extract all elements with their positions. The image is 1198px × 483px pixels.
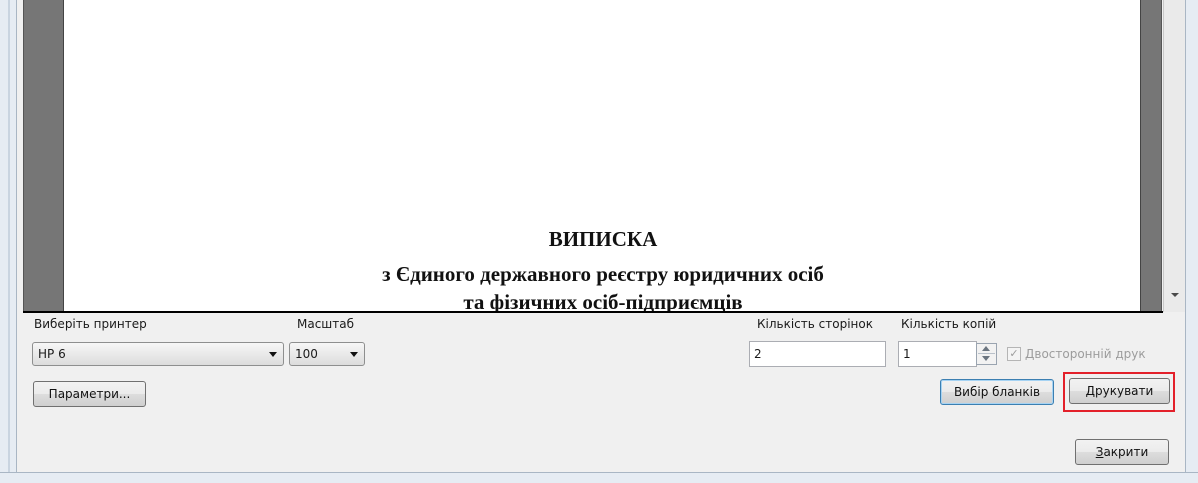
document-title: ВИПИСКА bbox=[548, 227, 658, 251]
close-label: акрити bbox=[1103, 445, 1149, 459]
preview-vertical-scrollbar[interactable] bbox=[1163, 0, 1185, 312]
print-preview-area[interactable]: ВИПИСКА з Єдиного державного реєстру юри… bbox=[23, 0, 1162, 312]
window-right-border bbox=[1185, 0, 1198, 482]
printer-label: Виберіть принтер bbox=[34, 317, 147, 331]
printer-select-value: HP 6 bbox=[38, 347, 66, 361]
preview-page: ВИПИСКА з Єдиного державного реєстру юри… bbox=[63, 0, 1141, 312]
duplex-checkbox[interactable]: ✓ bbox=[1007, 347, 1021, 361]
page-count-label: Кількість сторінок bbox=[757, 317, 873, 331]
copies-label: Кількість копій bbox=[901, 317, 997, 331]
printer-select[interactable]: HP 6 bbox=[32, 342, 284, 366]
chevron-down-icon bbox=[269, 352, 277, 357]
select-forms-button[interactable]: Вибір бланків bbox=[940, 379, 1054, 405]
print-button-highlight bbox=[1063, 372, 1175, 412]
duplex-label: Двосторонній друк bbox=[1025, 347, 1146, 361]
copies-spinner[interactable] bbox=[976, 343, 997, 365]
copies-value: 1 bbox=[903, 347, 911, 361]
page-count-value: 2 bbox=[754, 347, 762, 361]
parameters-button[interactable]: Параметри... bbox=[33, 381, 146, 407]
chevron-down-icon bbox=[350, 352, 358, 357]
document-subtitle-line1: з Єдиного державного реєстру юридичних о… bbox=[382, 262, 824, 286]
preview-bottom-edge bbox=[23, 311, 1163, 313]
window-left-border bbox=[0, 0, 17, 482]
spin-down-icon[interactable] bbox=[982, 356, 990, 361]
spin-up-icon[interactable] bbox=[982, 346, 990, 351]
scale-select[interactable]: 100 bbox=[289, 342, 365, 366]
document-subtitle-line2: та фізичних осіб-підприємців bbox=[463, 290, 743, 312]
copies-input[interactable]: 1 bbox=[898, 341, 977, 367]
scroll-down-arrow-icon[interactable] bbox=[1171, 293, 1179, 297]
window-bottom-border bbox=[0, 472, 1198, 483]
close-button[interactable]: Закрити bbox=[1075, 439, 1169, 465]
scale-label: Масштаб bbox=[297, 317, 355, 331]
page-count-input[interactable]: 2 bbox=[749, 341, 886, 367]
scale-select-value: 100 bbox=[295, 347, 318, 361]
